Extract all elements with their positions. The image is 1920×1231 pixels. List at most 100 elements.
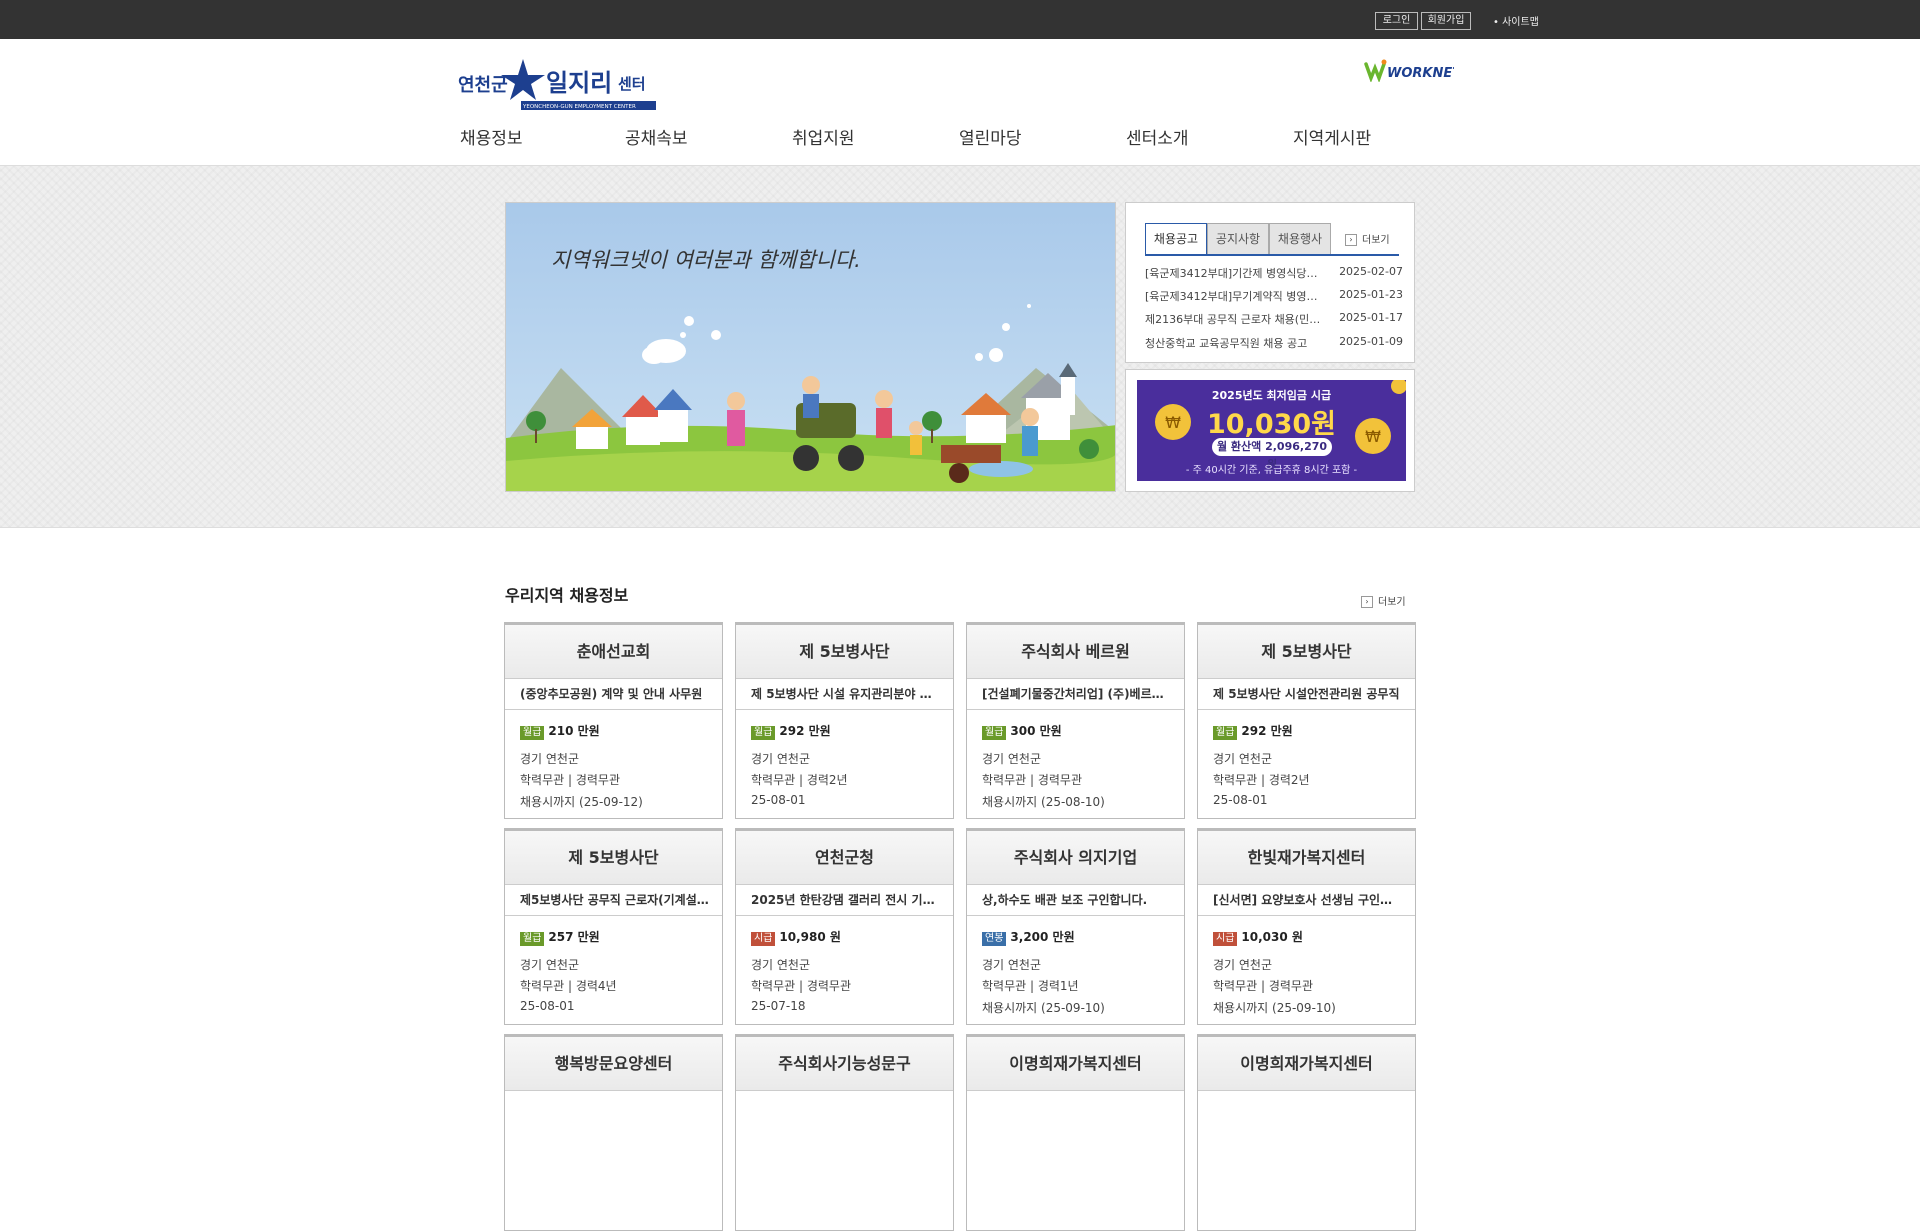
login-button[interactable]: 로그인 (1375, 12, 1418, 30)
job-card[interactable]: 이명희재가복지센터 (1197, 1034, 1416, 1231)
job-pay: 월급 300 만원 (982, 722, 1062, 740)
job-pay-value: 292 만원 (1241, 724, 1293, 738)
job-pay-value: 292 만원 (779, 724, 831, 738)
job-deadline: 25-08-01 (751, 793, 806, 807)
pay-type-badge: 월급 (982, 726, 1007, 740)
job-requirements: 학력무관 | 경력무관 (982, 773, 1082, 787)
tab-notices[interactable]: 공지사항 (1207, 223, 1269, 255)
notice-date: 2025-01-17 (1339, 311, 1403, 324)
job-pay-value: 300 만원 (1010, 724, 1062, 738)
jobs-more-link[interactable]: › 더보기 (1361, 593, 1406, 608)
wage-year-label: 2025년도 최저임금 시급 (1211, 389, 1332, 402)
divider (1198, 709, 1415, 710)
job-title[interactable]: [건설폐기물중간처리업] (주)베르원 직원 (982, 680, 1172, 709)
pay-type-badge: 월급 (520, 726, 545, 740)
tab-underline (1145, 254, 1399, 256)
job-pay: 시급 10,030 원 (1213, 928, 1303, 946)
notice-title: 청산중학교 교육공무직원 채용 공고 (1145, 337, 1308, 350)
worknet-mark: WORKNET (1364, 59, 1462, 83)
job-card[interactable]: 행복방문요양센터 (504, 1034, 723, 1231)
notice-item[interactable]: [육군제3412부대]기간제 병영식당조리원 채용 공고 2025-02-07 (1145, 265, 1403, 280)
nav-open-forum[interactable]: 열린마당 (959, 124, 1022, 149)
pay-type-badge: 시급 (1213, 932, 1238, 946)
notice-item[interactable]: [육군제3412부대]무기계약직 병영식당조리원 채용 공고 2025-01-23 (1145, 288, 1403, 303)
job-pay: 월급 292 만원 (751, 722, 831, 740)
notice-date: 2025-01-09 (1339, 335, 1403, 348)
job-card[interactable]: 주식회사기능성문구 (735, 1034, 954, 1231)
job-title[interactable]: 제5보병사단 공무직 근로자(기계설비) (520, 886, 710, 915)
pay-type-badge: 연봉 (982, 932, 1007, 946)
divider (967, 915, 1184, 916)
site-logo[interactable]: 연천군 일지리 센터 YEONCHEON-GUN EMPLOYMENT CENT… (458, 57, 658, 113)
job-pay-value: 10,030 원 (1241, 930, 1303, 944)
job-company: 제 5보병사단 (1198, 625, 1415, 679)
job-card[interactable]: 연천군청 2025년 한탄강댐 갤러리 전시 기간제 시급 10,980 원 경기 연천… (735, 828, 954, 1025)
worknet-logo[interactable]: WORKNET (1364, 58, 1462, 83)
svg-text:WORKNET: WORKNET (1387, 66, 1454, 81)
job-company: 주식회사 베르원 (967, 625, 1184, 679)
job-location: 경기 연천군 (1213, 752, 1273, 766)
job-card[interactable]: 주식회사 의지기업 상,하수도 배관 보조 구인합니다. 연봉 3,200 만원 경기 … (966, 828, 1185, 1025)
job-company: 행복방문요양센터 (505, 1037, 722, 1091)
minimum-wage-banner[interactable]: ₩ ₩ 2025년도 최저임금 시급 10,030원 월 환산액 2,096,2… (1125, 369, 1415, 492)
chevron-right-icon: › (1345, 234, 1357, 246)
wage-monthly: 월 환산액 2,096,270원 (1212, 438, 1332, 471)
jobs-more-label: 더보기 (1378, 597, 1406, 608)
job-deadline: 채용시까지 (25-09-10) (1213, 1001, 1336, 1015)
job-title[interactable]: [신서면] 요양보호사 선생님 구인합니다 (1213, 886, 1403, 915)
sitemap-link[interactable]: • 사이트맵 (1493, 13, 1539, 28)
job-card[interactable]: 주식회사 베르원 [건설폐기물중간처리업] (주)베르원 직원월급 300 만원경기… (966, 622, 1185, 819)
notice-panel: 채용공고 공지사항 채용행사 › 더보기 [육군제3412부대]기간제 병영식당조… (1125, 202, 1415, 363)
job-deadline: 채용시까지 (25-08-10) (982, 795, 1105, 809)
svg-text:일지리: 일지리 (546, 69, 612, 97)
notice-title: 제2136부대 공무직 근로자 채용(민간조리원) (1145, 313, 1325, 326)
nav-local-board[interactable]: 지역게시판 (1293, 124, 1371, 149)
notice-more-link[interactable]: › 더보기 (1345, 231, 1390, 246)
job-title[interactable]: 2025년 한탄강댐 갤러리 전시 기간제 (751, 886, 941, 915)
job-company: 춘애선교회 (505, 625, 722, 679)
job-requirements: 학력무관 | 경력무관 (520, 773, 620, 787)
chevron-right-icon: › (1361, 596, 1373, 608)
job-title[interactable]: 제 5보병사단 시설안전관리원 공무직 (1213, 680, 1403, 709)
job-location: 경기 연천군 (982, 752, 1042, 766)
job-requirements: 학력무관 | 경력4년 (520, 979, 617, 993)
job-card[interactable]: 춘애선교회 (중앙추모공원) 계약 및 안내 사무원 월급 210 만원 경기 연천군 학… (504, 622, 723, 819)
notice-item[interactable]: 청산중학교 교육공무직원 채용 공고 2025-01-09 (1145, 335, 1403, 350)
job-pay-value: 3,200 만원 (1010, 930, 1075, 944)
job-company: 한빛재가복지센터 (1198, 831, 1415, 885)
job-pay: 시급 10,980 원 (751, 928, 841, 946)
job-card[interactable]: 제 5보병사단 제5보병사단 공무직 근로자(기계설비) 월급 257 만원 경기 연천… (504, 828, 723, 1025)
tab-job-postings[interactable]: 채용공고 (1145, 223, 1207, 255)
pay-type-badge: 월급 (751, 726, 776, 740)
job-pay-value: 10,980 원 (779, 930, 841, 944)
tab-job-events[interactable]: 채용행사 (1269, 223, 1331, 255)
nav-public-recruit[interactable]: 공채속보 (625, 124, 688, 149)
local-jobs-title: 우리지역 채용정보 (505, 586, 629, 605)
nav-center-intro[interactable]: 센터소개 (1126, 124, 1189, 149)
svg-text:지역워크넷이 여러분과 함께합니다.: 지역워크넷이 여러분과 함께합니다. (551, 248, 861, 272)
divider (505, 915, 722, 916)
divider (1198, 915, 1415, 916)
job-company: 주식회사기능성문구 (736, 1037, 953, 1091)
job-deadline: 25-08-01 (520, 999, 575, 1013)
job-deadline: 채용시까지 (25-09-12) (520, 795, 643, 809)
job-card[interactable]: 이명희재가복지센터 (966, 1034, 1185, 1231)
nav-recruit-info[interactable]: 채용정보 (460, 124, 523, 149)
notice-date: 2025-01-23 (1339, 288, 1403, 301)
divider (736, 915, 953, 916)
job-title[interactable]: 제 5보병사단 시설 유지관리분야 근로자 (751, 680, 941, 709)
logo-mark: 연천군 일지리 센터 YEONCHEON-GUN EMPLOYMENT CENT… (458, 59, 656, 110)
job-card[interactable]: 제 5보병사단 제 5보병사단 시설안전관리원 공무직 월급 292 만원 경기 연천군… (1197, 622, 1416, 819)
job-card[interactable]: 한빛재가복지센터 [신서면] 요양보호사 선생님 구인합니다 시급 10,030 원경… (1197, 828, 1416, 1025)
notice-item[interactable]: 제2136부대 공무직 근로자 채용(민간조리원) 2025-01-17 (1145, 311, 1403, 326)
nav-employment-support[interactable]: 취업지원 (792, 124, 855, 149)
job-location: 경기 연천군 (982, 958, 1042, 972)
job-location: 경기 연천군 (751, 752, 811, 766)
job-card[interactable]: 제 5보병사단 제 5보병사단 시설 유지관리분야 근로자 월급 292 만원 경기 연… (735, 622, 954, 819)
job-title[interactable]: 상,하수도 배관 보조 구인합니다. (982, 886, 1172, 915)
banner-illustration: 지역워크넷이 여러분과 함께합니다. (506, 203, 1115, 491)
job-title[interactable]: (중앙추모공원) 계약 및 안내 사무원 (520, 680, 710, 709)
wage-note: - 주 40시간 기준, 유급주휴 8시간 포함 - (1185, 465, 1358, 476)
main-banner[interactable]: 지역워크넷이 여러분과 함께합니다. (505, 202, 1116, 492)
join-button[interactable]: 회원가입 (1421, 12, 1471, 30)
